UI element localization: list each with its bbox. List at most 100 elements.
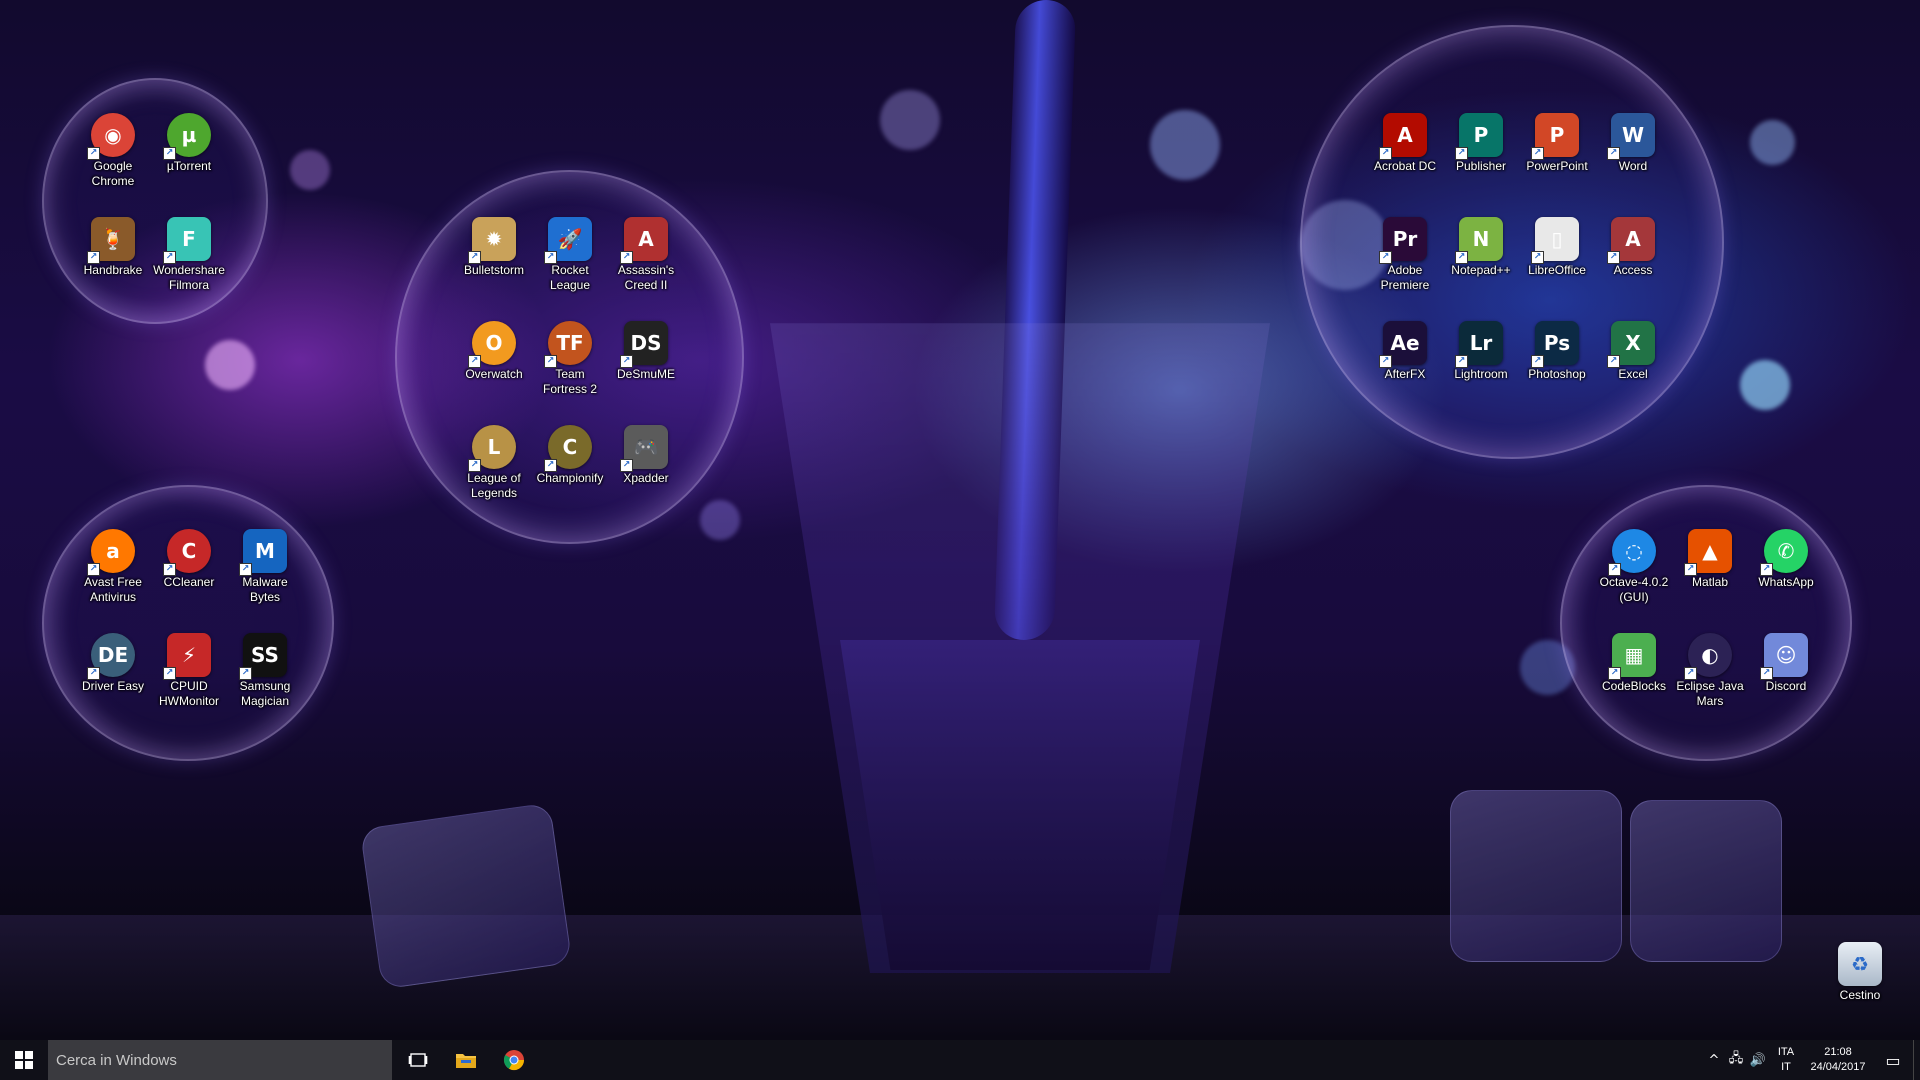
desktop-shortcut[interactable]: N ↗ Notepad++: [1443, 217, 1519, 278]
desktop-shortcut[interactable]: A ↗ Assassin's Creed II: [608, 217, 684, 293]
notepad-plus-plus-icon: N ↗: [1455, 217, 1503, 264]
desktop-shortcut-label: Team Fortress 2: [542, 367, 597, 396]
desktop-shortcut[interactable]: DS ↗ DeSmuME: [608, 321, 684, 382]
desktop-shortcut-label: Notepad++: [1451, 263, 1511, 277]
word-icon: W ↗: [1607, 113, 1655, 160]
desktop-shortcut[interactable]: a ↗ Avast Free Antivirus: [75, 529, 151, 605]
desktop-shortcut-label: Samsung Magician: [239, 679, 291, 708]
desktop-shortcut[interactable]: 🚀 ↗ Rocket League: [532, 217, 608, 293]
desktop-shortcut[interactable]: C ↗ Championify: [532, 425, 608, 486]
codeblocks-icon: ▦ ↗: [1608, 633, 1656, 680]
desktop-shortcut[interactable]: ▦ ↗ CodeBlocks: [1596, 633, 1672, 694]
desktop-shortcut[interactable]: C ↗ CCleaner: [151, 529, 227, 590]
shortcut-arrow-icon: ↗: [1455, 147, 1468, 160]
desktop-shortcut[interactable]: ✹ ↗ Bulletstorm: [456, 217, 532, 278]
clock[interactable]: 21:08 24/04/2017: [1803, 1045, 1873, 1075]
matlab-icon: ▲ ↗: [1684, 529, 1732, 576]
language-indicator[interactable]: ITA IT: [1769, 1045, 1803, 1075]
utorrent-icon: µ ↗: [163, 113, 211, 160]
driver-easy-icon: DE ↗: [87, 633, 135, 680]
shortcut-arrow-icon: ↗: [87, 251, 100, 264]
desktop-shortcut[interactable]: F ↗ Wondershare Filmora: [151, 217, 227, 293]
recycle-bin[interactable]: ♻ Cestino: [1822, 942, 1898, 1003]
desktop-shortcut[interactable]: L ↗ League of Legends: [456, 425, 532, 501]
shortcut-arrow-icon: ↗: [163, 563, 176, 576]
desktop-shortcut[interactable]: Ps ↗ Photoshop: [1519, 321, 1595, 382]
network-icon[interactable]: 🖧: [1725, 1049, 1747, 1071]
desktop-shortcut-label: CodeBlocks: [1601, 679, 1667, 693]
desktop-shortcut-label: Eclipse Java Mars: [1676, 679, 1744, 708]
desktop-shortcut-label: AfterFX: [1384, 367, 1426, 381]
desktop-shortcut[interactable]: ◐ ↗ Eclipse Java Mars: [1672, 633, 1748, 709]
desktop-shortcut[interactable]: P ↗ Publisher: [1443, 113, 1519, 174]
desktop-shortcut[interactable]: 🍹 ↗ Handbrake: [75, 217, 151, 278]
desktop-shortcut-label: Adobe Premiere: [1380, 263, 1430, 292]
desktop-shortcut[interactable]: Lr ↗ Lightroom: [1443, 321, 1519, 382]
desktop-shortcut[interactable]: ▯ ↗ LibreOffice: [1519, 217, 1595, 278]
desktop-shortcut[interactable]: Pr ↗ Adobe Premiere: [1367, 217, 1443, 293]
desktop-shortcut[interactable]: ◉ ↗ Google Chrome: [75, 113, 151, 189]
chrome-taskbar-button[interactable]: [490, 1040, 538, 1080]
desktop-shortcut-label: Acrobat DC: [1373, 159, 1437, 173]
desktop-shortcut[interactable]: M ↗ Malware Bytes: [227, 529, 303, 605]
shortcut-arrow-icon: ↗: [1607, 355, 1620, 368]
xpadder-icon: 🎮 ↗: [620, 425, 668, 472]
desktop-shortcut[interactable]: A ↗ Acrobat DC: [1367, 113, 1443, 174]
access-icon: A ↗: [1607, 217, 1655, 264]
shortcut-arrow-icon: ↗: [544, 355, 557, 368]
desktop-shortcut-label: Access: [1613, 263, 1653, 277]
desktop-shortcut[interactable]: SS ↗ Samsung Magician: [227, 633, 303, 709]
desktop-shortcut[interactable]: W ↗ Word: [1595, 113, 1671, 174]
desmume-icon: DS ↗: [620, 321, 668, 368]
desktop-shortcut-label: Assassin's Creed II: [617, 263, 675, 292]
desktop-shortcut[interactable]: O ↗ Overwatch: [456, 321, 532, 382]
keyboard-layout: IT: [1781, 1061, 1791, 1073]
shortcut-arrow-icon: ↗: [163, 147, 176, 160]
desktop-shortcut[interactable]: ▲ ↗ Matlab: [1672, 529, 1748, 590]
tray-chevron-icon[interactable]: ^: [1703, 1053, 1725, 1068]
desktop-shortcut-label: Xpadder: [623, 471, 669, 485]
start-button[interactable]: [0, 1040, 48, 1080]
desktop-shortcut[interactable]: A ↗ Access: [1595, 217, 1671, 278]
bubble-utilities: [42, 485, 334, 761]
desktop-shortcut[interactable]: X ↗ Excel: [1595, 321, 1671, 382]
desktop-shortcut-label: Publisher: [1455, 159, 1507, 173]
shortcut-arrow-icon: ↗: [1607, 147, 1620, 160]
shortcut-arrow-icon: ↗: [1379, 147, 1392, 160]
desktop-shortcut[interactable]: P ↗ PowerPoint: [1519, 113, 1595, 174]
desktop-shortcut-label: DeSmuME: [616, 367, 675, 381]
shortcut-arrow-icon: ↗: [468, 355, 481, 368]
desktop-shortcut-label: Octave-4.0.2 (GUI): [1599, 575, 1669, 604]
bubble-dev: [1560, 485, 1852, 761]
ccleaner-icon: C ↗: [163, 529, 211, 576]
clock-time: 21:08: [1824, 1046, 1852, 1058]
show-desktop-button[interactable]: [1913, 1040, 1920, 1080]
desktop-shortcut[interactable]: TF ↗ Team Fortress 2: [532, 321, 608, 397]
desktop-shortcut[interactable]: ☺ ↗ Discord: [1748, 633, 1824, 694]
desktop-shortcut[interactable]: µ ↗ µTorrent: [151, 113, 227, 174]
desktop-shortcut[interactable]: ◌ ↗ Octave-4.0.2 (GUI): [1596, 529, 1672, 605]
desktop-shortcut[interactable]: Ae ↗ AfterFX: [1367, 321, 1443, 382]
shortcut-arrow-icon: ↗: [544, 459, 557, 472]
task-view-button[interactable]: [394, 1040, 442, 1080]
avast-icon: a ↗: [87, 529, 135, 576]
bulletstorm-icon: ✹ ↗: [468, 217, 516, 264]
volume-icon[interactable]: 🔊: [1747, 1053, 1769, 1068]
desktop-shortcut[interactable]: 🎮 ↗ Xpadder: [608, 425, 684, 486]
desktop-shortcut-label: CPUID HWMonitor: [158, 679, 219, 708]
desktop-shortcut-label: Discord: [1765, 679, 1807, 693]
desktop-shortcut[interactable]: DE ↗ Driver Easy: [75, 633, 151, 694]
desktop-shortcut[interactable]: ⚡ ↗ CPUID HWMonitor: [151, 633, 227, 709]
shortcut-arrow-icon: ↗: [87, 667, 100, 680]
search-input[interactable]: Cerca in Windows: [48, 1040, 392, 1080]
shortcut-arrow-icon: ↗: [1379, 251, 1392, 264]
shortcut-arrow-icon: ↗: [1455, 355, 1468, 368]
shortcut-arrow-icon: ↗: [1684, 667, 1697, 680]
action-center-icon[interactable]: ▭: [1873, 1051, 1913, 1070]
desktop-shortcut[interactable]: ✆ ↗ WhatsApp: [1748, 529, 1824, 590]
acrobat-icon: A ↗: [1379, 113, 1427, 160]
task-view-icon: [408, 1053, 428, 1067]
file-explorer-button[interactable]: [442, 1040, 490, 1080]
shortcut-arrow-icon: ↗: [620, 459, 633, 472]
desktop-shortcut-label: Photoshop: [1528, 367, 1586, 381]
